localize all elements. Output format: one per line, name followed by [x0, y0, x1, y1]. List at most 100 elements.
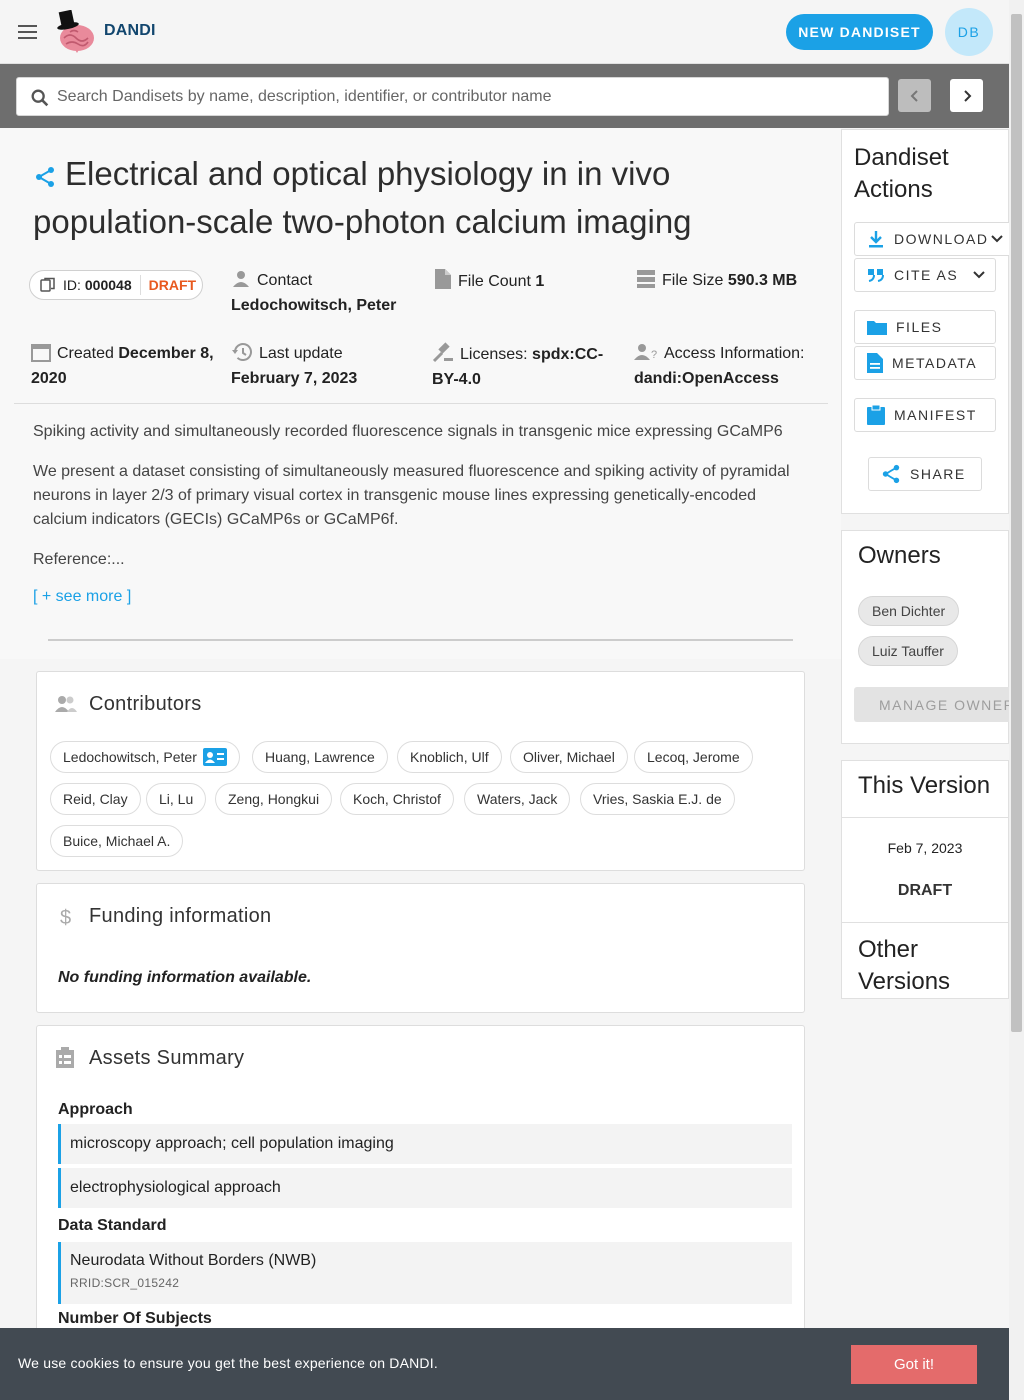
- dollar-icon: $: [60, 907, 71, 928]
- see-more-link[interactable]: [ + see more ]: [33, 588, 131, 606]
- version-date[interactable]: Feb 7, 2023: [842, 840, 1008, 856]
- owner-chip[interactable]: Luiz Tauffer: [858, 636, 958, 666]
- contributor-chip[interactable]: Li, Lu: [146, 783, 207, 815]
- brand-name[interactable]: DANDI: [104, 22, 156, 40]
- app-bar: DANDI NEW DANDISET DB: [0, 0, 1009, 64]
- description-summary: Spiking activity and simultaneously reco…: [33, 423, 783, 440]
- file-count: File Count 1: [434, 268, 624, 294]
- dandi-logo[interactable]: [52, 10, 98, 54]
- menu-icon[interactable]: [14, 20, 42, 44]
- description-body: We present a dataset consisting of simul…: [33, 463, 790, 528]
- contact-info: Contact Ledochowitsch, Peter: [231, 268, 421, 318]
- files-button[interactable]: FILES: [854, 310, 996, 344]
- folder-icon: [867, 321, 887, 335]
- contributor-chip[interactable]: Reid, Clay: [50, 783, 141, 815]
- access-info: ? Access Information: dandi:OpenAccess: [634, 341, 824, 391]
- next-page-button[interactable]: [950, 79, 983, 112]
- accept-cookies-button[interactable]: Got it!: [851, 1345, 977, 1384]
- new-dandiset-button[interactable]: NEW DANDISET: [786, 14, 933, 50]
- actions-title: Dandiset Actions: [854, 144, 949, 203]
- contributor-chip[interactable]: Huang, Lawrence: [252, 741, 388, 773]
- quote-icon: [868, 269, 884, 282]
- approach-label: Approach: [58, 1101, 133, 1118]
- created-date: Created December 8, 2020: [31, 341, 221, 391]
- share-icon: [882, 464, 900, 484]
- contributors-title: Contributors: [89, 693, 202, 715]
- contributor-chip[interactable]: Koch, Christof: [340, 783, 454, 815]
- access-icon: ?: [634, 342, 658, 362]
- contributor-chip[interactable]: Ledochowitsch, Peter: [50, 741, 240, 773]
- funding-title: Funding information: [89, 905, 272, 927]
- dandiset-actions-panel: Dandiset Actions DOWNLOAD CITE AS FILES …: [841, 129, 1014, 514]
- document-icon: [867, 353, 883, 373]
- group-icon: [55, 696, 77, 712]
- description-reference: Reference:...: [33, 551, 125, 568]
- contributor-chip[interactable]: Oliver, Michael: [510, 741, 628, 773]
- data-standard-label: Data Standard: [58, 1217, 167, 1234]
- download-button[interactable]: DOWNLOAD: [854, 222, 1014, 256]
- last-update: Last update February 7, 2023: [231, 341, 421, 391]
- approach-item: electrophysiological approach: [58, 1168, 792, 1208]
- contributor-chip[interactable]: Knoblich, Ulf: [397, 741, 502, 773]
- clipboard-icon: [56, 1047, 74, 1068]
- chevron-right-icon: [963, 89, 971, 102]
- history-icon: [231, 342, 253, 362]
- search-band: Search Dandisets by name, description, i…: [0, 64, 1009, 128]
- owners-panel: Owners Ben Dichter Luiz Tauffer MANAGE O…: [841, 530, 1014, 744]
- funding-card: $ Funding information No funding informa…: [36, 883, 805, 1013]
- storage-icon: [636, 269, 656, 289]
- calendar-icon: [31, 342, 51, 362]
- file-size: File Size 590.3 MB: [636, 268, 816, 293]
- identifier-chip[interactable]: ID: 000048 DRAFT: [29, 270, 203, 300]
- clipboard-icon: [867, 405, 885, 425]
- data-standard-rrid: RRID:SCR_015242: [70, 1276, 180, 1290]
- search-icon: [31, 89, 49, 107]
- page-scrollbar[interactable]: [1009, 0, 1024, 1400]
- metadata-button[interactable]: METADATA: [854, 346, 996, 380]
- file-icon: [434, 268, 452, 290]
- id-value: 000048: [84, 277, 132, 293]
- no-funding-text: No funding information available.: [58, 969, 312, 986]
- share-button[interactable]: SHARE: [868, 457, 982, 491]
- dandiset-title: Electrical and optical physiology in in …: [33, 155, 692, 240]
- approach-item: microscopy approach; cell population ima…: [58, 1124, 792, 1164]
- contributor-chip[interactable]: Lecoq, Jerome: [634, 741, 753, 773]
- other-versions-title: Other Versions: [858, 936, 951, 995]
- owners-title: Owners: [858, 542, 941, 569]
- contributor-chip[interactable]: Zeng, Hongkui: [215, 783, 333, 815]
- download-icon: [869, 231, 883, 248]
- version-status: DRAFT: [897, 882, 953, 899]
- scrollbar-thumb[interactable]: [1011, 14, 1022, 1032]
- cookie-message: We use cookies to ensure you get the bes…: [18, 1355, 438, 1371]
- status-badge: DRAFT: [148, 277, 197, 293]
- contributors-card: Contributors Ledochowitsch, Peter Huang,…: [36, 671, 805, 871]
- license-info: Licenses: spdx:CC-BY-4.0: [432, 341, 622, 392]
- assets-summary-card: Assets Summary Approach microscopy appro…: [36, 1025, 805, 1345]
- contributor-chip[interactable]: Buice, Michael A.: [50, 825, 184, 857]
- copy-icon: [40, 277, 55, 292]
- versions-panel: This Version Feb 7, 2023 DRAFT Other Ver…: [841, 760, 1009, 999]
- svg-text:$: $: [60, 907, 71, 928]
- search-input[interactable]: Search Dandisets by name, description, i…: [16, 77, 889, 116]
- cite-as-button[interactable]: CITE AS: [854, 258, 996, 292]
- previous-page-button[interactable]: [898, 79, 931, 112]
- contact-name: Ledochowitsch, Peter: [231, 297, 397, 314]
- user-avatar[interactable]: DB: [945, 8, 993, 56]
- manage-owners-button[interactable]: MANAGE OWNERS: [854, 687, 1014, 722]
- gavel-icon: [432, 341, 454, 363]
- this-version-title: This Version: [858, 772, 991, 799]
- subjects-label: Number Of Subjects: [58, 1310, 212, 1327]
- data-standard-name: Neurodata Without Borders (NWB): [70, 1252, 317, 1269]
- chevron-down-icon: [991, 235, 1003, 243]
- assets-title: Assets Summary: [89, 1047, 245, 1069]
- owner-chip[interactable]: Ben Dichter: [858, 596, 960, 626]
- id-label: ID:: [63, 277, 81, 293]
- person-icon: [231, 269, 251, 289]
- chevron-down-icon: [973, 271, 985, 279]
- search-placeholder: Search Dandisets by name, description, i…: [57, 88, 552, 105]
- contact-card-icon: [202, 748, 227, 766]
- contributor-chip[interactable]: Waters, Jack: [464, 783, 571, 815]
- manifest-button[interactable]: MANIFEST: [854, 398, 996, 432]
- cookie-banner: We use cookies to ensure you get the bes…: [0, 1328, 1009, 1400]
- contributor-chip[interactable]: Vries, Saskia E.J. de: [580, 783, 735, 815]
